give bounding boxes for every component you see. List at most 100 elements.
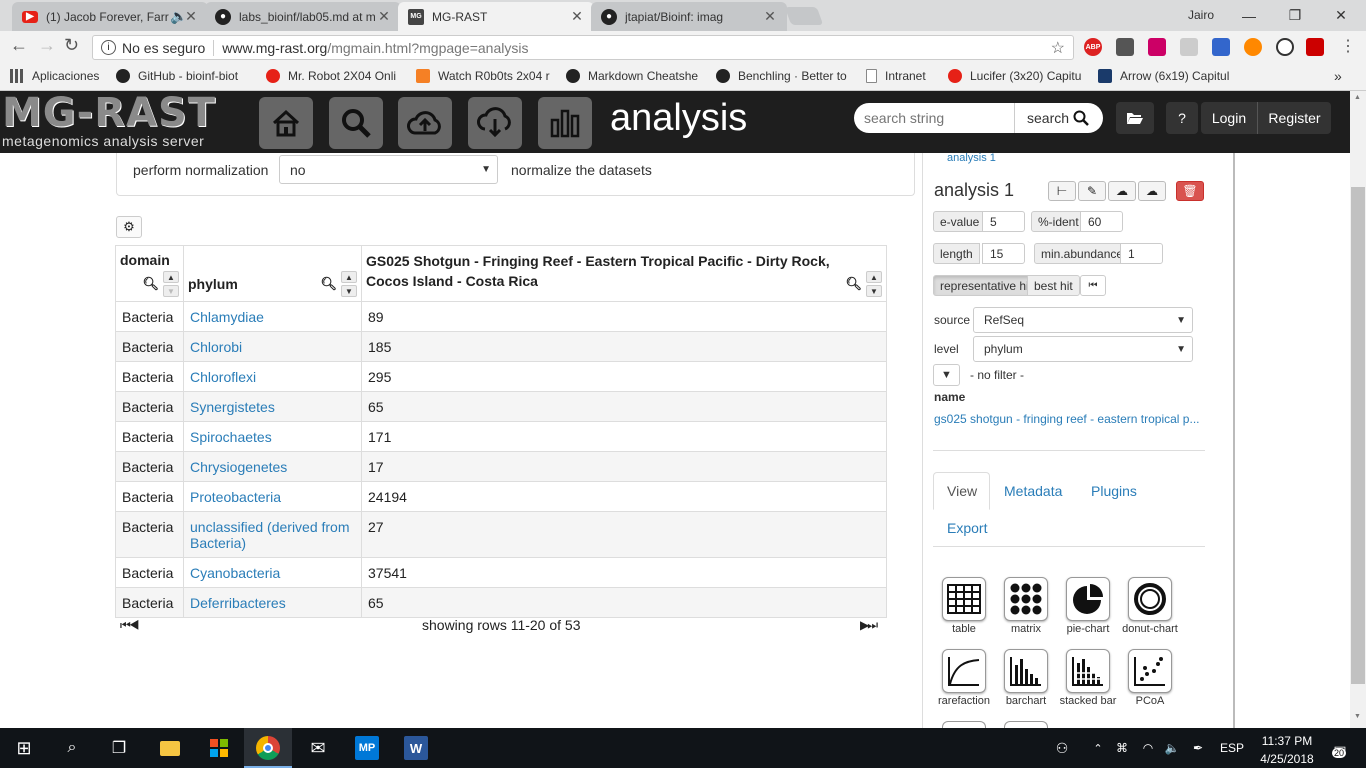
new-tab-button[interactable]	[784, 7, 824, 25]
extension-icon[interactable]	[1244, 38, 1262, 56]
bookmark-item[interactable]: Intranet	[866, 68, 926, 84]
windows-start-icon[interactable]: ⊞	[12, 736, 36, 760]
minimize-icon[interactable]: —	[1226, 0, 1272, 31]
search-icon[interactable]: ⌕	[60, 736, 84, 760]
pen-icon[interactable]: ✒	[1186, 736, 1210, 760]
info-icon[interactable]: i	[101, 40, 116, 55]
extension-icon[interactable]	[1116, 38, 1134, 56]
bookmark-item[interactable]: Benchling · Better to	[716, 68, 847, 84]
normalization-select[interactable]: no ▼	[279, 155, 498, 184]
best-hit-toggle[interactable]: best hit	[1027, 275, 1080, 296]
tab-youtube[interactable]: ▶ (1) Jacob Forever, Farr 🔈 ✕	[12, 2, 208, 31]
menu-icon[interactable]: ⋮	[1340, 36, 1356, 56]
camera-icon[interactable]	[1180, 38, 1198, 56]
phylum-link[interactable]: Chlamydiae	[183, 301, 362, 332]
store-icon[interactable]	[207, 736, 231, 760]
restore-icon[interactable]: ❐	[1272, 0, 1318, 31]
stacked-bar-visual-button[interactable]	[1066, 649, 1110, 693]
phylum-link[interactable]: Synergistetes	[183, 391, 362, 422]
task-view-icon[interactable]: ❐	[107, 736, 131, 760]
mail-icon[interactable]: ✉	[306, 736, 330, 760]
speaker-icon[interactable]: 🔈	[170, 8, 187, 25]
tab-export[interactable]: Export	[947, 520, 987, 536]
phylum-link[interactable]: Chlorobi	[183, 331, 362, 362]
more-visual-button[interactable]	[942, 721, 986, 728]
people-icon[interactable]: ⚇	[1050, 736, 1074, 760]
sort-down-icon[interactable]: ▼	[163, 285, 179, 297]
download-button[interactable]	[468, 97, 522, 149]
close-window-icon[interactable]: ✕	[1318, 0, 1364, 31]
help-button[interactable]: ?	[1166, 102, 1198, 134]
search-icon[interactable]: 🔍︎	[320, 276, 337, 292]
bookmarks-overflow-icon[interactable]: »	[1334, 68, 1342, 84]
more-visual-button[interactable]	[1004, 721, 1048, 728]
reload-icon[interactable]: ↻	[64, 35, 79, 56]
home-button[interactable]	[259, 97, 313, 149]
source-select[interactable]: RefSeq ▼	[973, 307, 1193, 333]
tab-github-lab05[interactable]: ● labs_bioinf/lab05.md at m ✕	[205, 2, 401, 31]
delete-button[interactable]: 🗑	[1176, 181, 1204, 201]
bookmark-item[interactable]: Lucifer (3x20) Capitu	[948, 68, 1081, 84]
adblock-icon[interactable]: ABP	[1084, 38, 1102, 56]
phylum-link[interactable]: Chrysiogenetes	[183, 451, 362, 482]
profile-name[interactable]: Jairo	[1188, 8, 1214, 22]
forward-icon[interactable]: →	[38, 35, 56, 56]
search-button[interactable]: search	[1014, 103, 1103, 133]
bookmark-item[interactable]: Markdown Cheatshe	[566, 68, 698, 84]
search-icon[interactable]: 🔍︎	[845, 276, 862, 292]
phylum-link[interactable]: Cyanobacteria	[183, 557, 362, 588]
table-visual-button[interactable]	[942, 577, 986, 621]
close-icon[interactable]: ✕	[763, 8, 777, 25]
edit-button[interactable]: ✎	[1078, 181, 1106, 201]
search-icon[interactable]: 🔍︎	[142, 276, 159, 292]
bookmark-apps[interactable]: Aplicaciones	[10, 68, 99, 84]
phylum-link[interactable]: unclassified (derived from Bacteria)	[183, 511, 362, 558]
pie-chart-visual-button[interactable]	[1066, 577, 1110, 621]
bookmark-item[interactable]: Watch R0b0ts 2x04 r	[416, 68, 550, 84]
input-language[interactable]: ESP	[1220, 741, 1244, 755]
close-icon[interactable]: ✕	[184, 8, 198, 25]
scrollbar-thumb[interactable]	[1351, 187, 1365, 684]
min-abundance-input[interactable]: 1	[1120, 243, 1163, 264]
word-icon[interactable]: W	[404, 736, 428, 760]
sort-up-icon[interactable]: ▲	[163, 271, 179, 283]
mgrast-logo[interactable]: MG-RAST metagenomics analysis server	[2, 93, 232, 151]
search-input[interactable]	[854, 110, 1014, 126]
scroll-down-icon[interactable]: ▼	[1354, 713, 1361, 720]
folder-button[interactable]	[1116, 102, 1154, 134]
sort-up-icon[interactable]: ▲	[341, 271, 357, 283]
tab-metadata[interactable]: Metadata	[1004, 483, 1062, 499]
upload-button[interactable]	[398, 97, 452, 149]
table-settings-button[interactable]: ⚙	[116, 216, 142, 238]
analysis-breadcrumb[interactable]: analysis 1	[947, 152, 996, 164]
tray-icon[interactable]: ⌘	[1110, 736, 1134, 760]
close-icon[interactable]: ✕	[377, 8, 391, 25]
extension-icon[interactable]	[1148, 38, 1166, 56]
rarefaction-visual-button[interactable]	[942, 649, 986, 693]
file-explorer-icon[interactable]	[158, 736, 182, 760]
search-nav-button[interactable]	[329, 97, 383, 149]
donut-chart-visual-button[interactable]	[1128, 577, 1172, 621]
last-page-icon[interactable]: ▶⏭	[860, 618, 878, 633]
pdf-icon[interactable]	[1306, 38, 1324, 56]
phylum-link[interactable]: Spirochaetes	[183, 421, 362, 452]
download-analysis-button[interactable]: ☁	[1138, 181, 1166, 201]
mp-app-icon[interactable]: MP	[355, 736, 379, 760]
evalue-input[interactable]: 5	[982, 211, 1025, 232]
address-bar[interactable]: i No es seguro www.mg-rast.org/mgmain.ht…	[92, 35, 1074, 60]
upload-analysis-button[interactable]: ☁	[1108, 181, 1136, 201]
bookmark-item[interactable]: Mr. Robot 2X04 Onli	[266, 68, 396, 84]
bookmark-item[interactable]: Arrow (6x19) Capitul	[1098, 68, 1229, 84]
tray-chevron-icon[interactable]: ⌃	[1086, 736, 1110, 760]
length-input[interactable]: 15	[982, 243, 1025, 264]
tab-plugins[interactable]: Plugins	[1091, 483, 1137, 499]
ident-input[interactable]: 60	[1080, 211, 1123, 232]
tab-github-bioinf[interactable]: ● jtapiat/Bioinf: imag ✕	[591, 2, 787, 31]
pcoa-visual-button[interactable]	[1128, 649, 1172, 693]
volume-icon[interactable]: 🔈	[1160, 736, 1184, 760]
star-icon[interactable]: ☆	[1051, 38, 1065, 58]
dataset-link[interactable]: gs025 shotgun - fringing reef - eastern …	[934, 412, 1199, 426]
chrome-icon[interactable]	[256, 736, 280, 760]
level-select[interactable]: phylum ▼	[973, 336, 1193, 362]
phylum-link[interactable]: Chloroflexi	[183, 361, 362, 392]
